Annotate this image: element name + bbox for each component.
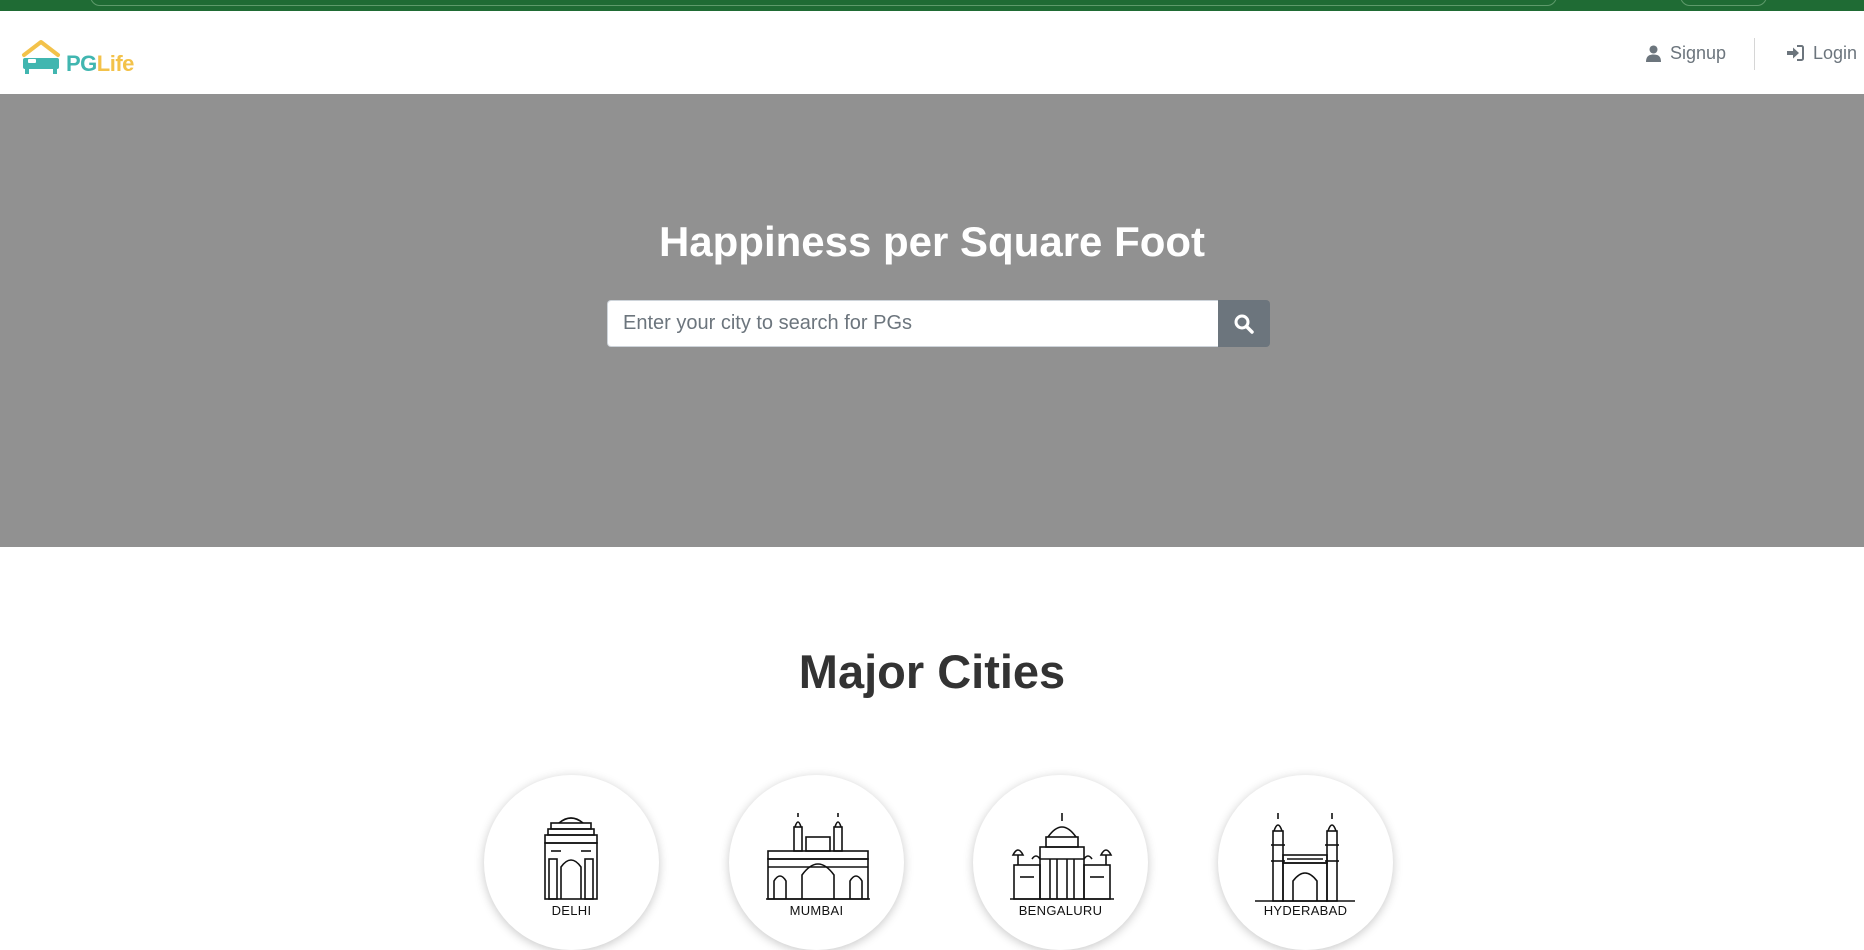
city-label-mumbai: MUMBAI [789, 903, 844, 918]
top-strip-button [1680, 0, 1767, 6]
city-card-hyderabad[interactable]: HYDERABAD [1218, 775, 1393, 950]
search-icon [1234, 314, 1254, 334]
hero-title: Happiness per Square Foot [658, 218, 1206, 265]
major-cities-title: Major Cities [798, 645, 1066, 698]
login-label: Login [1813, 42, 1858, 63]
gateway-of-india-icon [766, 813, 870, 900]
nav-divider [1754, 38, 1755, 70]
signup-label: Signup [1670, 42, 1727, 63]
hero-banner: Happiness per Square Foot [0, 94, 1864, 547]
sign-in-icon [1787, 45, 1804, 61]
brand-name-life: Life [96, 51, 135, 76]
brand-logo[interactable]: PGLife [20, 35, 134, 75]
signup-link[interactable]: Signup [1646, 40, 1726, 66]
brand-name-pg: PG [66, 51, 97, 76]
india-gate-icon [544, 817, 598, 900]
city-search-input[interactable] [607, 300, 1218, 347]
city-label-delhi: DELHI [551, 903, 592, 918]
city-label-hyderabad: HYDERABAD [1263, 903, 1348, 918]
city-search-form [607, 300, 1270, 347]
brand-name: PGLife [66, 53, 134, 75]
top-strip-bar [90, 0, 1557, 6]
city-card-delhi[interactable]: DELHI [484, 775, 659, 950]
charminar-icon [1255, 813, 1355, 902]
user-icon [1646, 45, 1661, 62]
navbar: PGLife Signup Login [0, 11, 1864, 94]
city-card-mumbai[interactable]: MUMBAI [729, 775, 904, 950]
city-card-bengaluru[interactable]: BENGALURU [973, 775, 1148, 950]
city-label-bengaluru: BENGALURU [1018, 903, 1103, 918]
search-button[interactable] [1218, 300, 1270, 347]
house-bed-logo-icon [22, 40, 60, 74]
browser-top-strip [0, 0, 1864, 11]
login-link[interactable]: Login [1786, 40, 1857, 66]
vidhana-soudha-icon [1010, 813, 1114, 900]
